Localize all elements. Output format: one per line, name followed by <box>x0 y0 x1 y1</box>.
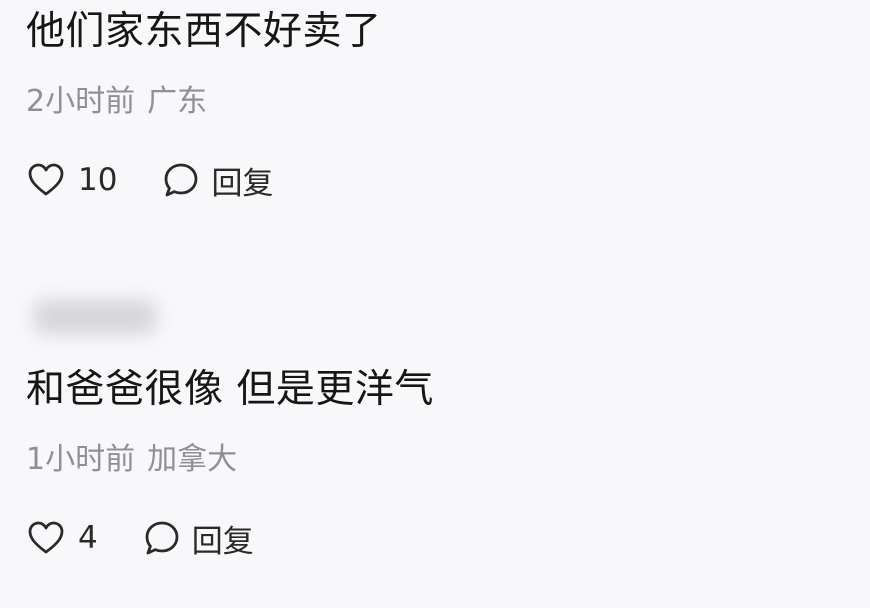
comment-meta: 1小时前 加拿大 <box>26 440 870 480</box>
comment-item: 他们家东西不好卖了 2小时前 广东 10 回复 <box>26 0 870 202</box>
reply-label: 回复 <box>211 165 274 202</box>
comment-text: 和爸爸很像 但是更洋气 <box>26 367 434 412</box>
like-count: 10 <box>78 162 118 198</box>
like-count: 4 <box>78 520 98 556</box>
heart-outline-icon[interactable] <box>26 518 66 558</box>
reply-button[interactable]: 回复 <box>161 158 273 203</box>
comment-time: 2小时前 <box>26 84 136 119</box>
comment-location: 广东 <box>147 84 208 119</box>
comment-item: 和爸爸很像 但是更洋气 1小时前 加拿大 4 回复 <box>26 300 870 560</box>
reply-button[interactable]: 回复 <box>142 516 254 561</box>
comment-actions: 4 回复 <box>26 516 870 560</box>
reply-label: 回复 <box>191 523 254 560</box>
like-button[interactable]: 4 <box>26 518 98 558</box>
comment-location: 加拿大 <box>147 442 238 477</box>
blurred-username <box>34 300 156 334</box>
comment-actions: 10 回复 <box>26 158 870 202</box>
heart-outline-icon[interactable] <box>26 160 66 200</box>
comment-text: 他们家东西不好卖了 <box>26 9 382 54</box>
speech-bubble-icon[interactable] <box>142 518 182 558</box>
comment-time: 1小时前 <box>26 442 136 477</box>
comment-meta: 2小时前 广东 <box>26 82 870 122</box>
speech-bubble-icon[interactable] <box>161 160 201 200</box>
like-button[interactable]: 10 <box>26 160 117 200</box>
